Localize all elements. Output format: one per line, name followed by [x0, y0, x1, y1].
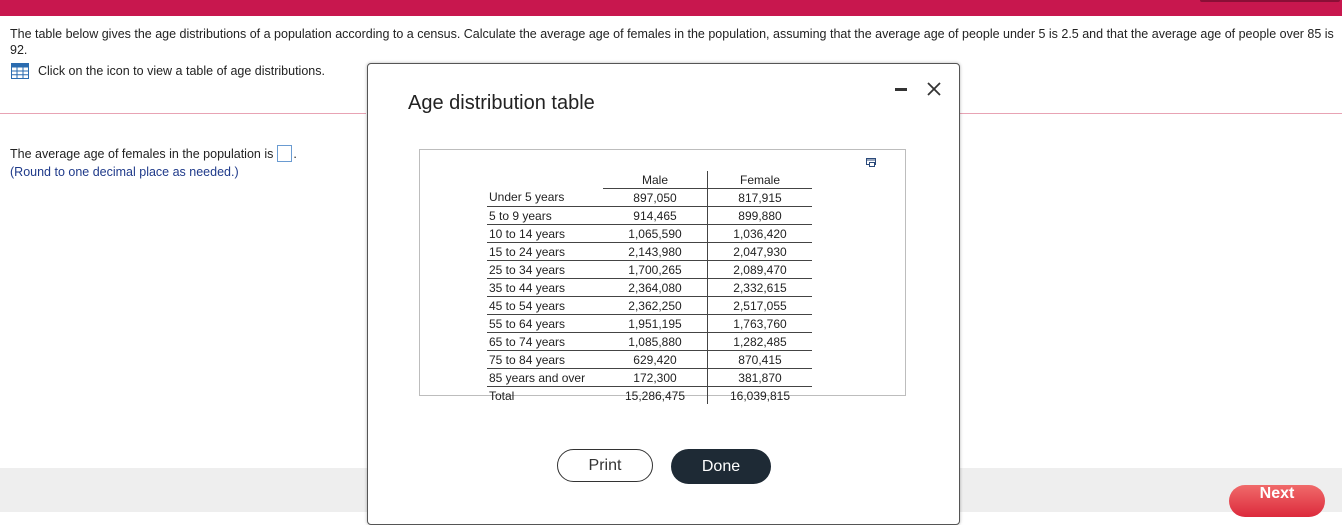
print-button[interactable]: Print [557, 449, 653, 482]
female-count-cell: 16,039,815 [707, 386, 812, 404]
table-row: 85 years and over 172,300 381,870 [487, 368, 812, 387]
age-group-cell: 25 to 34 years [487, 260, 603, 279]
male-count-cell: 1,085,880 [603, 332, 708, 351]
table-row: 35 to 44 years 2,364,080 2,332,615 [487, 278, 812, 297]
top-bar-tab [1200, 0, 1340, 2]
male-count-cell: 1,951,195 [603, 314, 708, 333]
table-row: 55 to 64 years 1,951,195 1,763,760 [487, 314, 812, 333]
table-row: 15 to 24 years 2,143,980 2,047,930 [487, 242, 812, 261]
table-row: 25 to 34 years 1,700,265 2,089,470 [487, 260, 812, 279]
divider-right [958, 113, 1342, 114]
table-row: Under 5 years 897,050 817,915 [487, 188, 812, 207]
age-group-cell: 15 to 24 years [487, 242, 603, 261]
question-text: The table below gives the age distributi… [10, 27, 1334, 57]
female-count-cell: 1,036,420 [707, 224, 812, 243]
dialog-title: Age distribution table [408, 92, 595, 114]
table-row: 75 to 84 years 629,420 870,415 [487, 350, 812, 369]
minimize-icon[interactable] [895, 88, 907, 91]
age-group-cell: 75 to 84 years [487, 350, 603, 369]
female-count-cell: 1,763,760 [707, 314, 812, 333]
top-brand-bar [0, 0, 1342, 16]
age-distribution-dialog: Age distribution table Male Female Under… [367, 63, 960, 525]
male-count-cell: 1,065,590 [603, 224, 708, 243]
header-label-cell [487, 171, 603, 189]
table-link-row[interactable]: Click on the icon to view a table of age… [11, 63, 325, 79]
table-header-row: Male Female [487, 171, 812, 189]
table-frame: Male Female Under 5 years 897,050 817,915 5… [419, 149, 906, 404]
table-row: 45 to 54 years 2,362,250 2,517,055 [487, 296, 812, 315]
close-icon[interactable] [925, 80, 943, 98]
age-group-cell: 45 to 54 years [487, 296, 603, 315]
female-count-cell: 870,415 [707, 350, 812, 369]
female-count-cell: 1,282,485 [707, 332, 812, 351]
age-distribution-table: Male Female Under 5 years 897,050 817,915 5… [487, 171, 812, 404]
answer-row: The average age of females in the popula… [10, 145, 297, 162]
table-row: Total 15,286,475 16,039,815 [487, 386, 812, 404]
male-count-cell: 1,700,265 [603, 260, 708, 279]
copy-icon[interactable] [866, 158, 878, 168]
age-group-cell: 5 to 9 years [487, 206, 603, 225]
table-row: 65 to 74 years 1,085,880 1,282,485 [487, 332, 812, 351]
male-count-cell: 172,300 [603, 368, 708, 387]
table-icon[interactable] [11, 63, 29, 79]
done-button[interactable]: Done [671, 449, 771, 484]
table-row: 10 to 14 years 1,065,590 1,036,420 [487, 224, 812, 243]
female-count-cell: 817,915 [707, 188, 812, 207]
age-group-cell: Under 5 years [487, 188, 603, 207]
answer-input[interactable] [277, 145, 293, 162]
male-count-cell: 2,362,250 [603, 296, 708, 315]
female-count-cell: 381,870 [707, 368, 812, 387]
age-group-cell: 65 to 74 years [487, 332, 603, 351]
divider-left [0, 113, 366, 114]
female-count-cell: 2,089,470 [707, 260, 812, 279]
age-group-cell: 55 to 64 years [487, 314, 603, 333]
male-count-cell: 2,143,980 [603, 242, 708, 261]
age-group-cell: 10 to 14 years [487, 224, 603, 243]
age-group-cell: Total [489, 388, 515, 403]
next-button[interactable]: Next [1229, 485, 1325, 517]
table-link-text[interactable]: Click on the icon to view a table of age… [38, 63, 325, 79]
male-count-cell: 629,420 [603, 350, 708, 369]
female-count-cell: 2,332,615 [707, 278, 812, 297]
female-count-cell: 899,880 [707, 206, 812, 225]
male-count-cell: 2,364,080 [603, 278, 708, 297]
rounding-hint: (Round to one decimal place as needed.) [10, 165, 239, 179]
table-row: 5 to 9 years 914,465 899,880 [487, 206, 812, 225]
female-count-cell: 2,517,055 [707, 296, 812, 315]
answer-prompt: The average age of females in the popula… [10, 146, 274, 161]
answer-suffix: . [293, 146, 297, 161]
male-count-cell: 914,465 [603, 206, 708, 225]
male-count-cell: 15,286,475 [603, 386, 708, 404]
header-male: Male [603, 171, 708, 189]
age-table-body: Male Female Under 5 years 897,050 817,915 5… [487, 171, 812, 404]
age-group-cell: 35 to 44 years [487, 278, 603, 297]
age-group-cell: 85 years and over [487, 368, 603, 387]
header-female: Female [707, 171, 812, 189]
male-count-cell: 897,050 [603, 188, 708, 207]
female-count-cell: 2,047,930 [707, 242, 812, 261]
